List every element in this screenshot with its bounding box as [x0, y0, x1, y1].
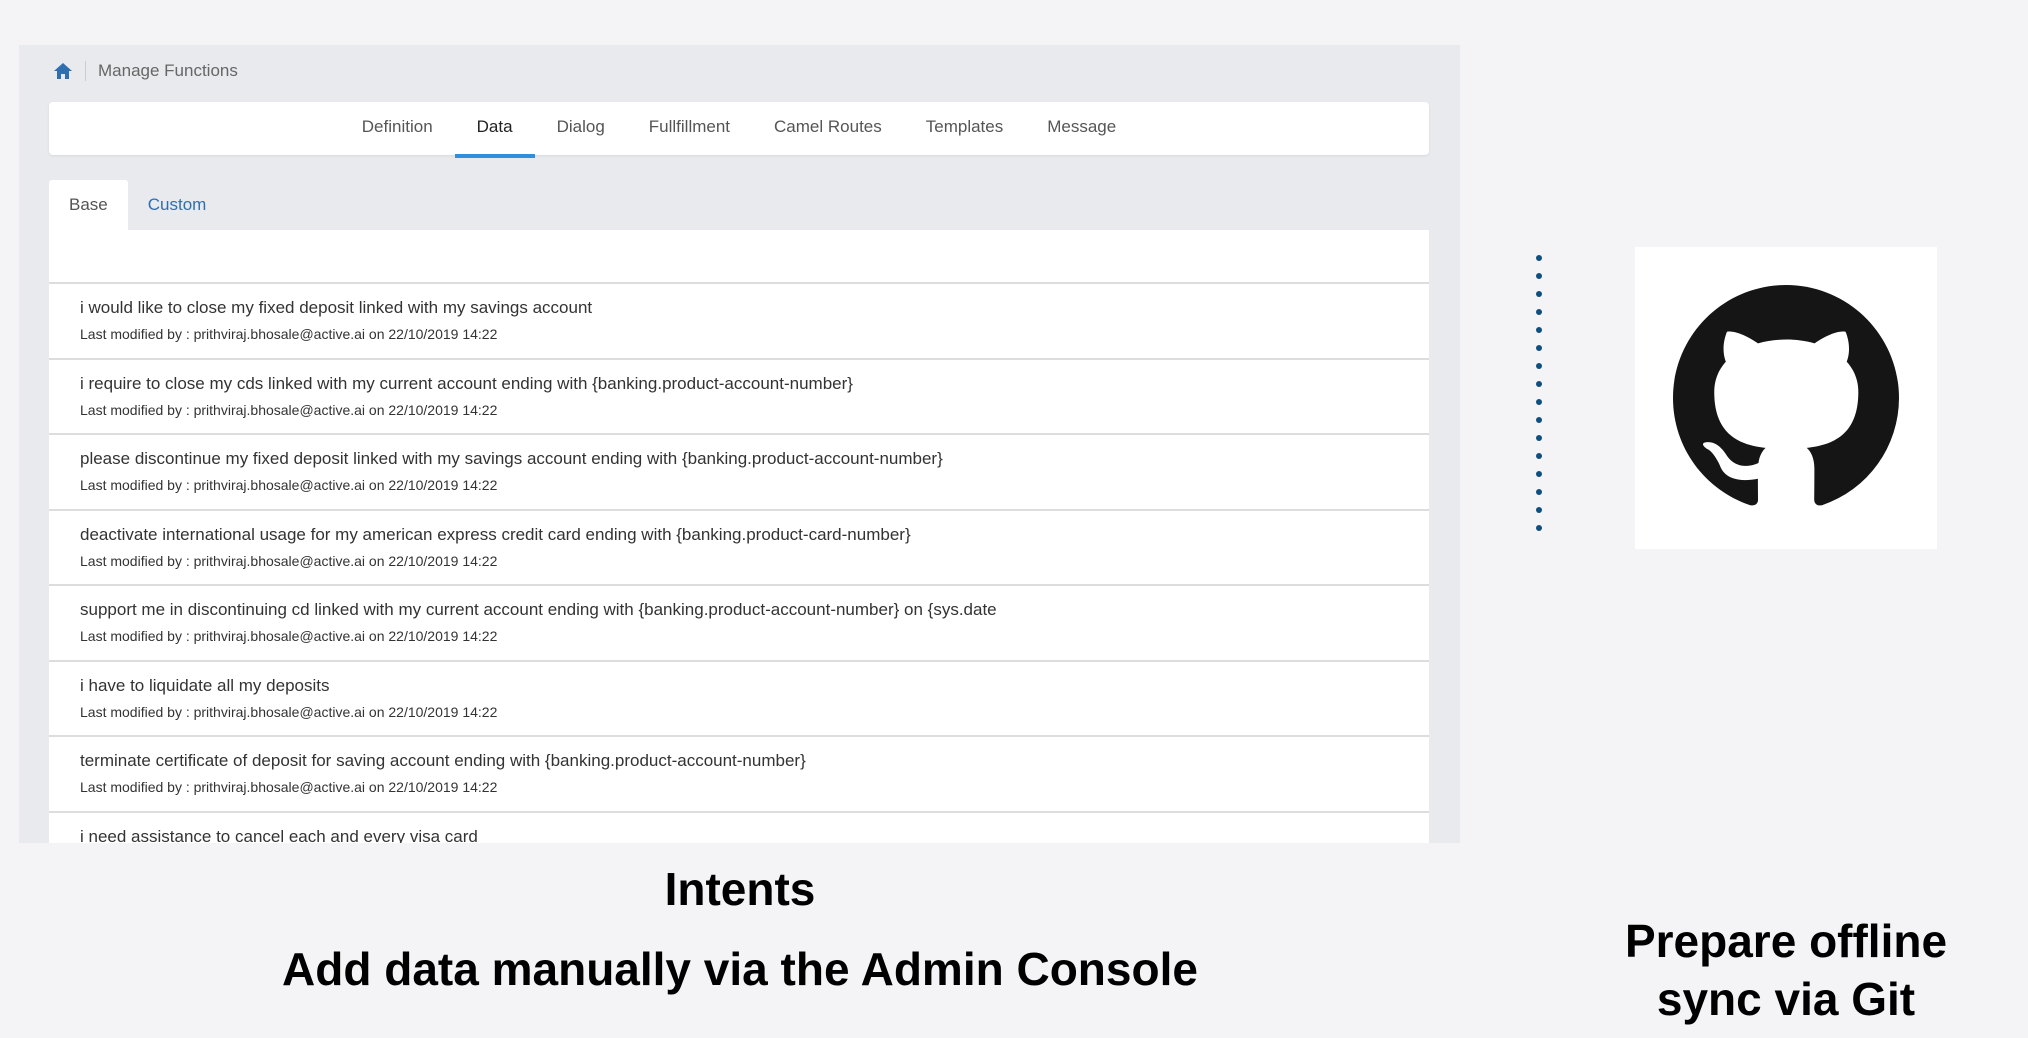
- subtab-base[interactable]: Base: [49, 180, 128, 230]
- intent-text: support me in discontinuing cd linked wi…: [80, 600, 997, 619]
- tab-dialog[interactable]: Dialog: [535, 102, 627, 155]
- modified-meta: Last modified by : prithviraj.bhosale@ac…: [80, 326, 498, 342]
- dotted-divider: [1536, 255, 1542, 543]
- tab-message[interactable]: Message: [1025, 102, 1138, 155]
- intent-text: i would like to close my fixed deposit l…: [80, 298, 593, 317]
- list-header: [49, 230, 1429, 284]
- modified-meta: Last modified by : prithviraj.bhosale@ac…: [80, 401, 498, 418]
- tab-camel-routes[interactable]: Camel Routes: [752, 102, 904, 155]
- modified-meta: Last modified by : prithviraj.bhosale@ac…: [80, 552, 498, 569]
- breadcrumb-divider: [85, 61, 86, 81]
- intent-text: i have to liquidate all my deposits: [80, 675, 330, 695]
- dot: [1536, 309, 1542, 315]
- list-item[interactable]: support me in discontinuing cd linked wi…: [49, 586, 1429, 662]
- intent-text: i need assistance to cancel each and eve…: [80, 826, 478, 844]
- dot: [1536, 489, 1542, 495]
- git-caption-line2: sync via Git: [1656, 973, 1916, 1025]
- list-item[interactable]: i have to liquidate all my deposits Last …: [49, 662, 1429, 737]
- tab-templates[interactable]: Templates: [904, 102, 1025, 155]
- list-item[interactable]: terminate certificate of deposit for sav…: [49, 737, 1429, 813]
- list-item[interactable]: please discontinue my fixed deposit link…: [49, 435, 1429, 511]
- dot: [1536, 381, 1542, 387]
- subtabs: Base Custom: [49, 180, 226, 230]
- manual-caption: Add data manually via the Admin Console: [282, 943, 1198, 995]
- list-item[interactable]: i need assistance to cancel each and eve…: [49, 813, 1429, 844]
- dot: [1536, 399, 1542, 405]
- admin-console-panel: Manage Functions Definition Data Dialog …: [19, 45, 1460, 843]
- dot: [1536, 291, 1542, 297]
- dot: [1536, 345, 1542, 351]
- tab-definition[interactable]: Definition: [340, 102, 455, 155]
- github-octocat-icon: [1673, 285, 1899, 506]
- github-logo: [1635, 247, 1937, 549]
- dot: [1536, 525, 1542, 531]
- list-item[interactable]: deactivate international usage for my am…: [49, 511, 1429, 586]
- breadcrumb: Manage Functions: [53, 57, 238, 85]
- dot: [1536, 471, 1542, 477]
- dot: [1536, 255, 1542, 261]
- intent-text: deactivate international usage for my am…: [80, 524, 911, 544]
- modified-meta: Last modified by : prithviraj.bhosale@ac…: [80, 779, 498, 795]
- dot: [1536, 273, 1542, 279]
- intent-list: i would like to close my fixed deposit l…: [49, 230, 1429, 843]
- tab-bar: Definition Data Dialog Fullfillment Came…: [49, 102, 1429, 158]
- home-icon[interactable]: [53, 62, 73, 80]
- list-item[interactable]: i would like to close my fixed deposit l…: [49, 284, 1429, 360]
- dot: [1536, 453, 1542, 459]
- tab-fullfillment[interactable]: Fullfillment: [627, 102, 752, 155]
- git-caption-line1: Prepare offline: [1624, 915, 1948, 967]
- dot: [1536, 417, 1542, 423]
- dot: [1536, 435, 1542, 441]
- modified-meta: Last modified by : prithviraj.bhosale@ac…: [80, 703, 498, 720]
- page-title: Manage Functions: [98, 61, 238, 80]
- subtab-custom[interactable]: Custom: [128, 180, 227, 230]
- dot: [1536, 507, 1542, 513]
- dot: [1536, 327, 1542, 333]
- intent-text: terminate certificate of deposit for sav…: [80, 751, 806, 770]
- tab-data[interactable]: Data: [454, 102, 535, 158]
- intent-text: please discontinue my fixed deposit link…: [80, 449, 943, 468]
- intent-text: i require to close my cds linked with my…: [80, 373, 853, 393]
- modified-meta: Last modified by : prithviraj.bhosale@ac…: [80, 628, 498, 644]
- intents-caption: Intents: [664, 863, 816, 915]
- list-item[interactable]: i require to close my cds linked with my…: [49, 360, 1429, 435]
- dot: [1536, 363, 1542, 369]
- modified-meta: Last modified by : prithviraj.bhosale@ac…: [80, 477, 498, 493]
